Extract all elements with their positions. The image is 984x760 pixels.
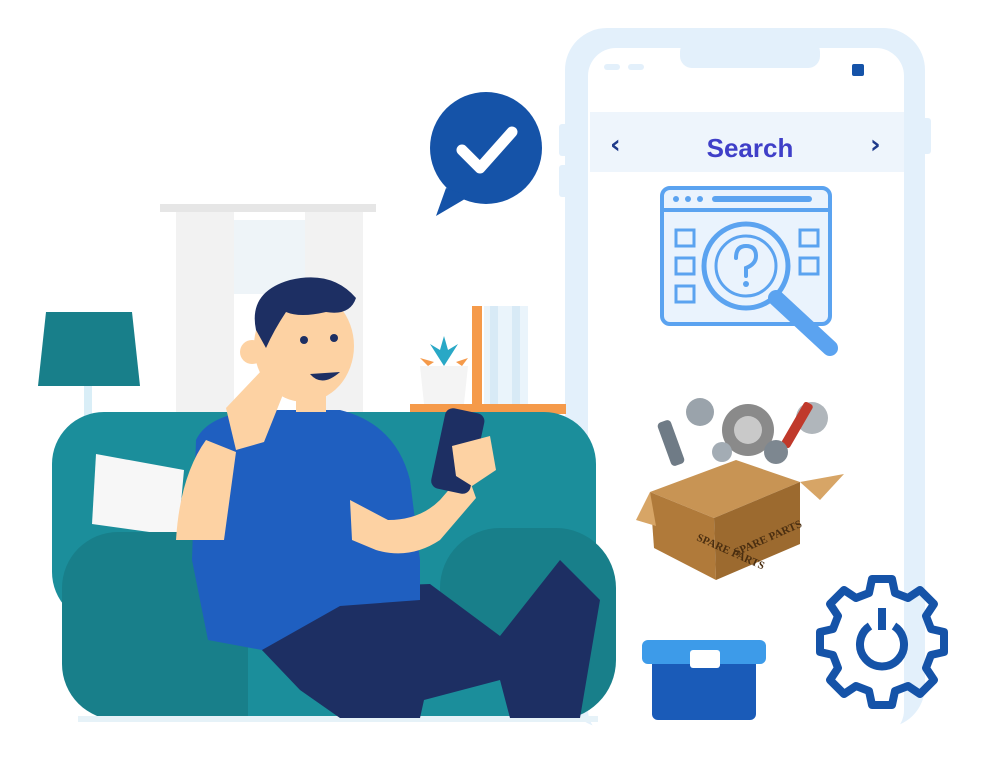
toolbox-icon (642, 628, 766, 720)
search-window-icon (660, 186, 838, 356)
checkmark-bubble-icon (430, 92, 542, 216)
page-title: Search (706, 133, 794, 163)
floor-lamp (38, 312, 140, 426)
chevron-left-icon[interactable]: ‹ (610, 132, 621, 158)
scene-illustration: SPARE PARTS SPARE PARTS (38, 28, 948, 738)
chevron-right-icon[interactable]: › (870, 132, 881, 158)
